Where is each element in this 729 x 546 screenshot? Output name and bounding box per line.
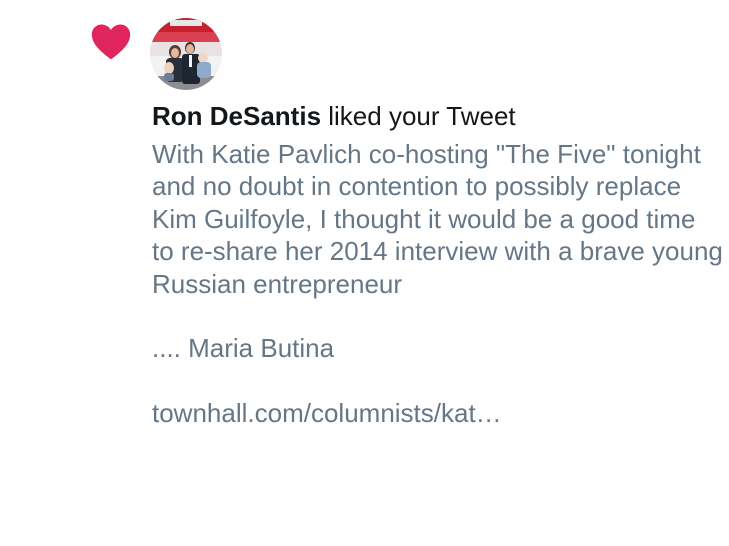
tweet-text[interactable]: With Katie Pavlich co-hosting "The Five"…	[152, 138, 724, 430]
heart-icon	[91, 24, 131, 60]
avatar-photo	[150, 18, 222, 90]
tweet-paragraph: .... Maria Butina	[152, 333, 335, 364]
avatar[interactable]	[150, 18, 222, 90]
tweet-link[interactable]: townhall.com/columnists/kat…	[152, 398, 502, 428]
notification-content: Ron DeSantis liked your Tweet With Katie…	[152, 98, 724, 430]
like-notification[interactable]: Ron DeSantis liked your Tweet With Katie…	[0, 0, 729, 546]
liker-name[interactable]: Ron DeSantis	[152, 101, 321, 131]
notification-header: Ron DeSantis liked your Tweet	[152, 98, 724, 134]
tweet-paragraph: With Katie Pavlich co-hosting "The Five"…	[152, 139, 723, 299]
action-text: liked your Tweet	[321, 101, 516, 131]
